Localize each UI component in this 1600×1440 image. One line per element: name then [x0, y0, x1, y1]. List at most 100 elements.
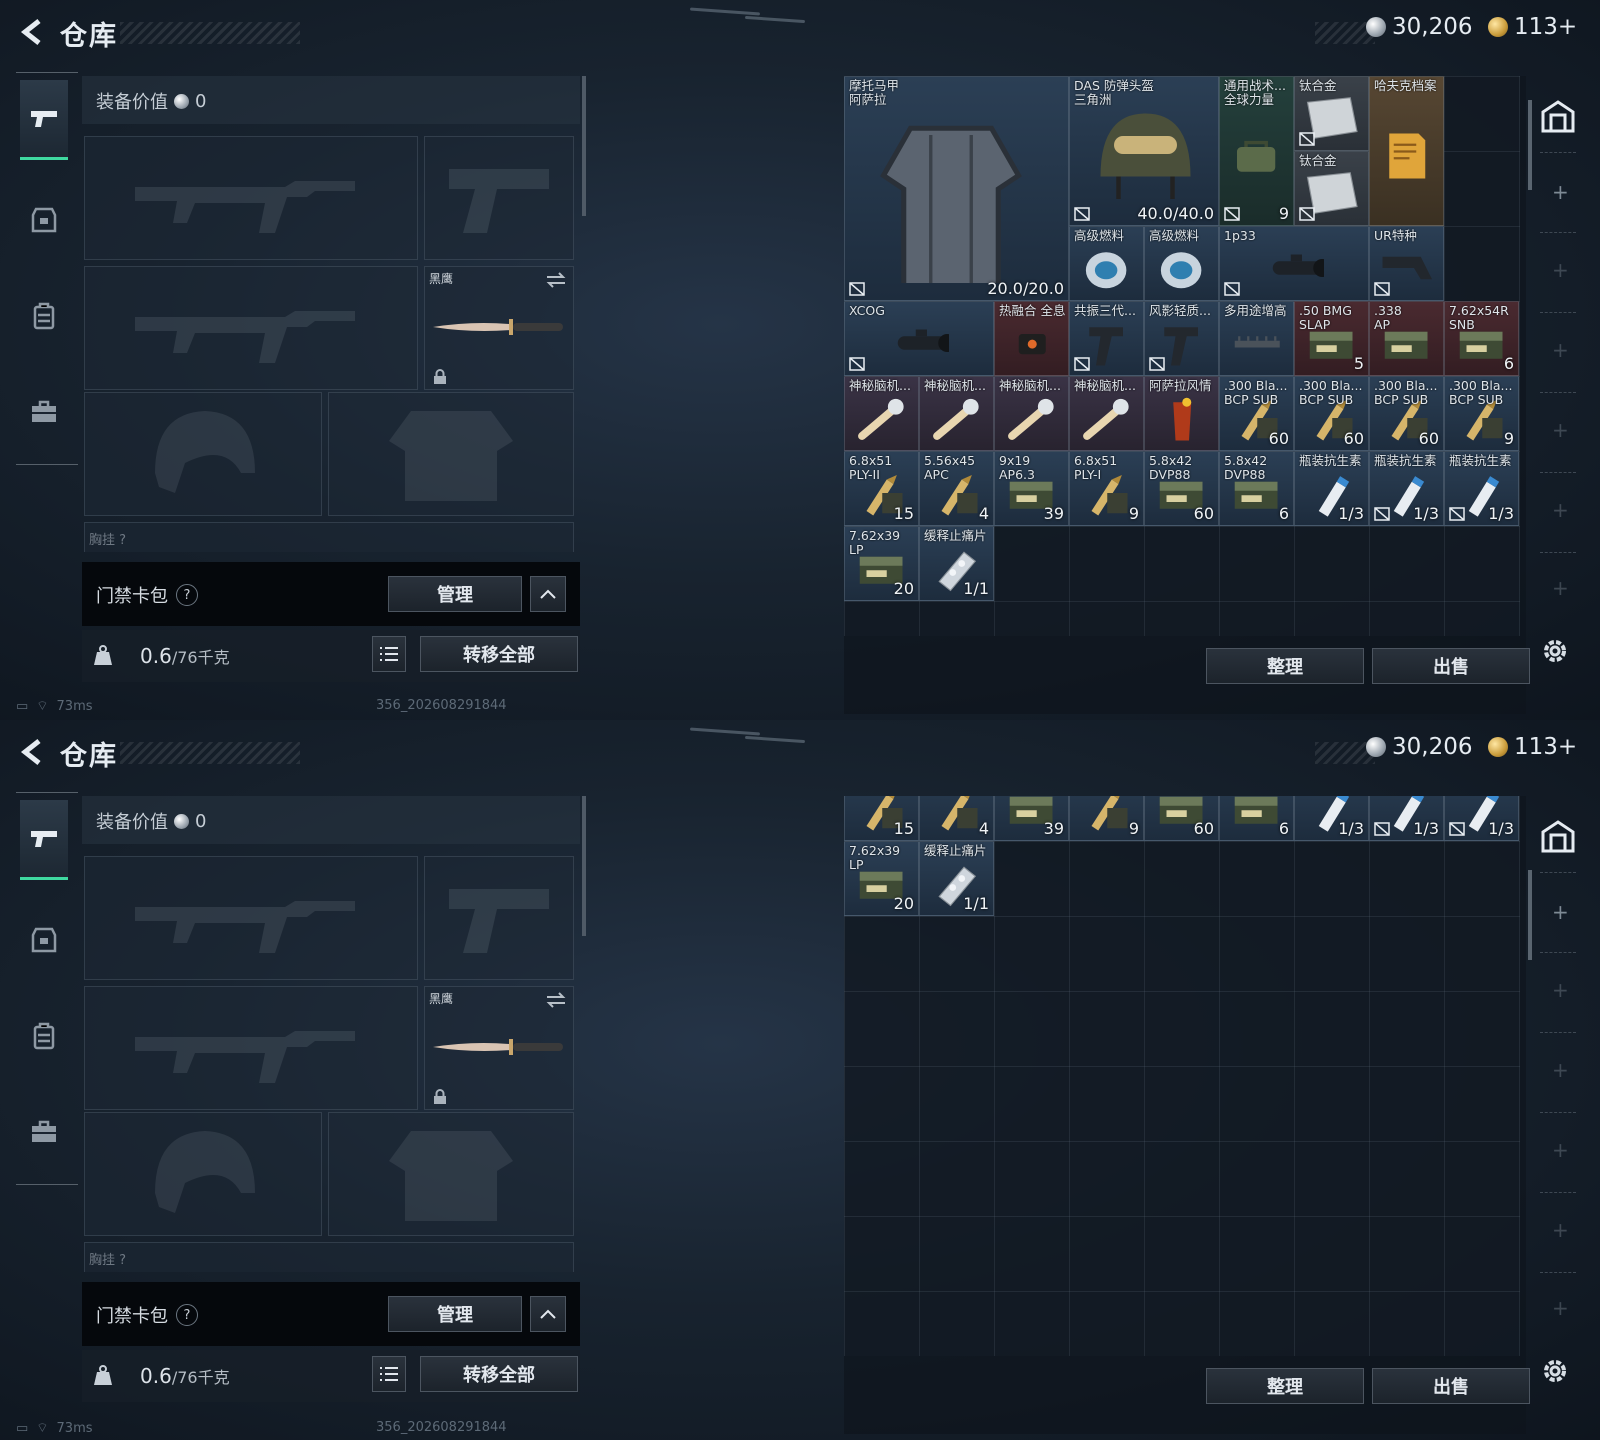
gold-currency[interactable]: 113+	[1488, 734, 1577, 760]
stash-item[interactable]: 1p33	[1219, 226, 1369, 301]
primary-weapon-slot[interactable]	[84, 856, 418, 980]
stash-item[interactable]: 多用途增高	[1219, 301, 1294, 376]
armor-slot[interactable]	[328, 1112, 574, 1236]
armor-slot[interactable]	[328, 392, 574, 516]
list-view-button[interactable]	[372, 1356, 406, 1392]
sort-button[interactable]: 整理	[1206, 1368, 1364, 1404]
nav-item-backpack[interactable]	[20, 276, 68, 356]
transfer-all-button[interactable]: 转移全部	[420, 1356, 578, 1392]
stash-item[interactable]: 阿萨拉风情	[1144, 376, 1219, 451]
equipment-scrollbar[interactable]	[582, 76, 586, 216]
add-stash-tab-button[interactable]: +	[1552, 498, 1569, 522]
stash-item[interactable]: 哈夫克档案	[1369, 76, 1444, 226]
stash-item[interactable]: 9	[1069, 796, 1144, 841]
nav-item-case[interactable]	[20, 372, 68, 452]
stash-item[interactable]: 通用战术... 全球力量 9	[1219, 76, 1294, 226]
sell-button[interactable]: 出售	[1372, 1368, 1530, 1404]
stash-item[interactable]: 神秘脑机...	[919, 376, 994, 451]
sell-button[interactable]: 出售	[1372, 648, 1530, 684]
stash-item[interactable]: 神秘脑机...	[1069, 376, 1144, 451]
nav-item-armor[interactable]	[20, 180, 68, 260]
collapse-button[interactable]	[530, 1296, 566, 1332]
collapse-button[interactable]	[530, 576, 566, 612]
helmet-slot[interactable]	[84, 1112, 322, 1236]
add-stash-tab-button[interactable]: +	[1552, 258, 1569, 282]
secondary-weapon-slot[interactable]	[84, 986, 418, 1110]
stash-item[interactable]: 缓释止痛片 1/1	[919, 841, 994, 916]
stash-item[interactable]: 39	[994, 796, 1069, 841]
stash-item[interactable]: UR特种	[1369, 226, 1444, 301]
nav-item-weapons[interactable]	[20, 80, 68, 160]
chest-rig-slot[interactable]: 胸挂 ?	[84, 1242, 574, 1272]
stash-item[interactable]: 缓释止痛片 1/1	[919, 526, 994, 601]
stash-item[interactable]: .338 AP	[1369, 301, 1444, 376]
settings-gear-icon[interactable]	[1540, 1356, 1570, 1386]
stash-item[interactable]: XCOG	[844, 301, 994, 376]
stash-item[interactable]: 7.62x54R SNB 6	[1444, 301, 1519, 376]
stash-item[interactable]: 1/3	[1369, 796, 1444, 841]
stash-item[interactable]: 4	[919, 796, 994, 841]
stash-item[interactable]: .300 Bla... BCP SUB 60	[1219, 376, 1294, 451]
stash-item[interactable]: 高级燃料	[1144, 226, 1219, 301]
stash-item[interactable]: 钛合金	[1294, 151, 1369, 226]
help-icon[interactable]: ?	[176, 1304, 198, 1326]
stash-tab-main[interactable]	[1540, 98, 1576, 134]
stash-item[interactable]: 神秘脑机...	[844, 376, 919, 451]
stash-item[interactable]: .50 BMG SLAP 5	[1294, 301, 1369, 376]
stash-item[interactable]: 风影轻质...	[1144, 301, 1219, 376]
equipment-scrollbar[interactable]	[582, 796, 586, 936]
pistol-slot[interactable]	[424, 856, 574, 980]
stash-item[interactable]: 钛合金	[1294, 76, 1369, 151]
list-view-button[interactable]	[372, 636, 406, 672]
stash-item[interactable]: 高级燃料	[1069, 226, 1144, 301]
stash-item[interactable]: 瓶装抗生素 1/3	[1369, 451, 1444, 526]
secondary-weapon-slot[interactable]	[84, 266, 418, 390]
add-stash-tab-button[interactable]: +	[1552, 1296, 1569, 1320]
stash-item[interactable]: .300 Bla... BCP SUB 60	[1294, 376, 1369, 451]
stash-item[interactable]: 5.8x42 DVP88 6	[1219, 451, 1294, 526]
silver-currency[interactable]: 30,206	[1366, 734, 1472, 760]
nav-item-backpack[interactable]	[20, 996, 68, 1076]
stash-item[interactable]: DAS 防弹头盔 三角洲 40.0/40.0	[1069, 76, 1219, 226]
nav-item-case[interactable]	[20, 1092, 68, 1172]
stash-item[interactable]: 瓶装抗生素 1/3	[1444, 451, 1519, 526]
nav-item-armor[interactable]	[20, 900, 68, 980]
stash-tab-main[interactable]	[1540, 818, 1576, 854]
stash-item[interactable]: 6	[1219, 796, 1294, 841]
stash-item[interactable]: .300 Bla... BCP SUB 60	[1369, 376, 1444, 451]
swap-icon[interactable]	[545, 271, 567, 289]
stash-item[interactable]: 9x19 AP6.3 39	[994, 451, 1069, 526]
add-stash-tab-button[interactable]: +	[1552, 576, 1569, 600]
stash-item[interactable]: 1/3	[1294, 796, 1369, 841]
add-stash-tab-button[interactable]: +	[1552, 1138, 1569, 1162]
nav-item-weapons[interactable]	[20, 800, 68, 880]
stash-item[interactable]: 瓶装抗生素 1/3	[1294, 451, 1369, 526]
stash-item[interactable]: 5.56x45 APC 4	[919, 451, 994, 526]
stash-item[interactable]: 热融合 全息	[994, 301, 1069, 376]
add-stash-tab-button[interactable]: +	[1552, 900, 1569, 924]
add-stash-tab-button[interactable]: +	[1552, 978, 1569, 1002]
sort-button[interactable]: 整理	[1206, 648, 1364, 684]
add-stash-tab-button[interactable]: +	[1552, 418, 1569, 442]
help-icon[interactable]: ?	[176, 584, 198, 606]
stash-item[interactable]: 共振三代...	[1069, 301, 1144, 376]
melee-slot[interactable]: 黑鹰	[424, 266, 574, 390]
back-button[interactable]	[14, 734, 50, 770]
melee-slot[interactable]: 黑鹰	[424, 986, 574, 1110]
add-stash-tab-button[interactable]: +	[1552, 1058, 1569, 1082]
stash-item[interactable]: 5.8x42 DVP88 60	[1144, 451, 1219, 526]
gold-currency[interactable]: 113+	[1488, 14, 1577, 40]
stash-item[interactable]: 7.62x39 LP 20	[844, 841, 919, 916]
add-stash-tab-button[interactable]: +	[1552, 180, 1569, 204]
stash-item[interactable]: 6.8x51 PLY-I 9	[1069, 451, 1144, 526]
primary-weapon-slot[interactable]	[84, 136, 418, 260]
add-stash-tab-button[interactable]: +	[1552, 338, 1569, 362]
manage-button[interactable]: 管理	[388, 1296, 522, 1332]
pistol-slot[interactable]	[424, 136, 574, 260]
back-button[interactable]	[14, 14, 50, 50]
silver-currency[interactable]: 30,206	[1366, 14, 1472, 40]
stash-item[interactable]: 7.62x39 LP 20	[844, 526, 919, 601]
add-stash-tab-button[interactable]: +	[1552, 1218, 1569, 1242]
manage-button[interactable]: 管理	[388, 576, 522, 612]
stash-item[interactable]: 摩托马甲 阿萨拉 20.0/20.0	[844, 76, 1069, 301]
